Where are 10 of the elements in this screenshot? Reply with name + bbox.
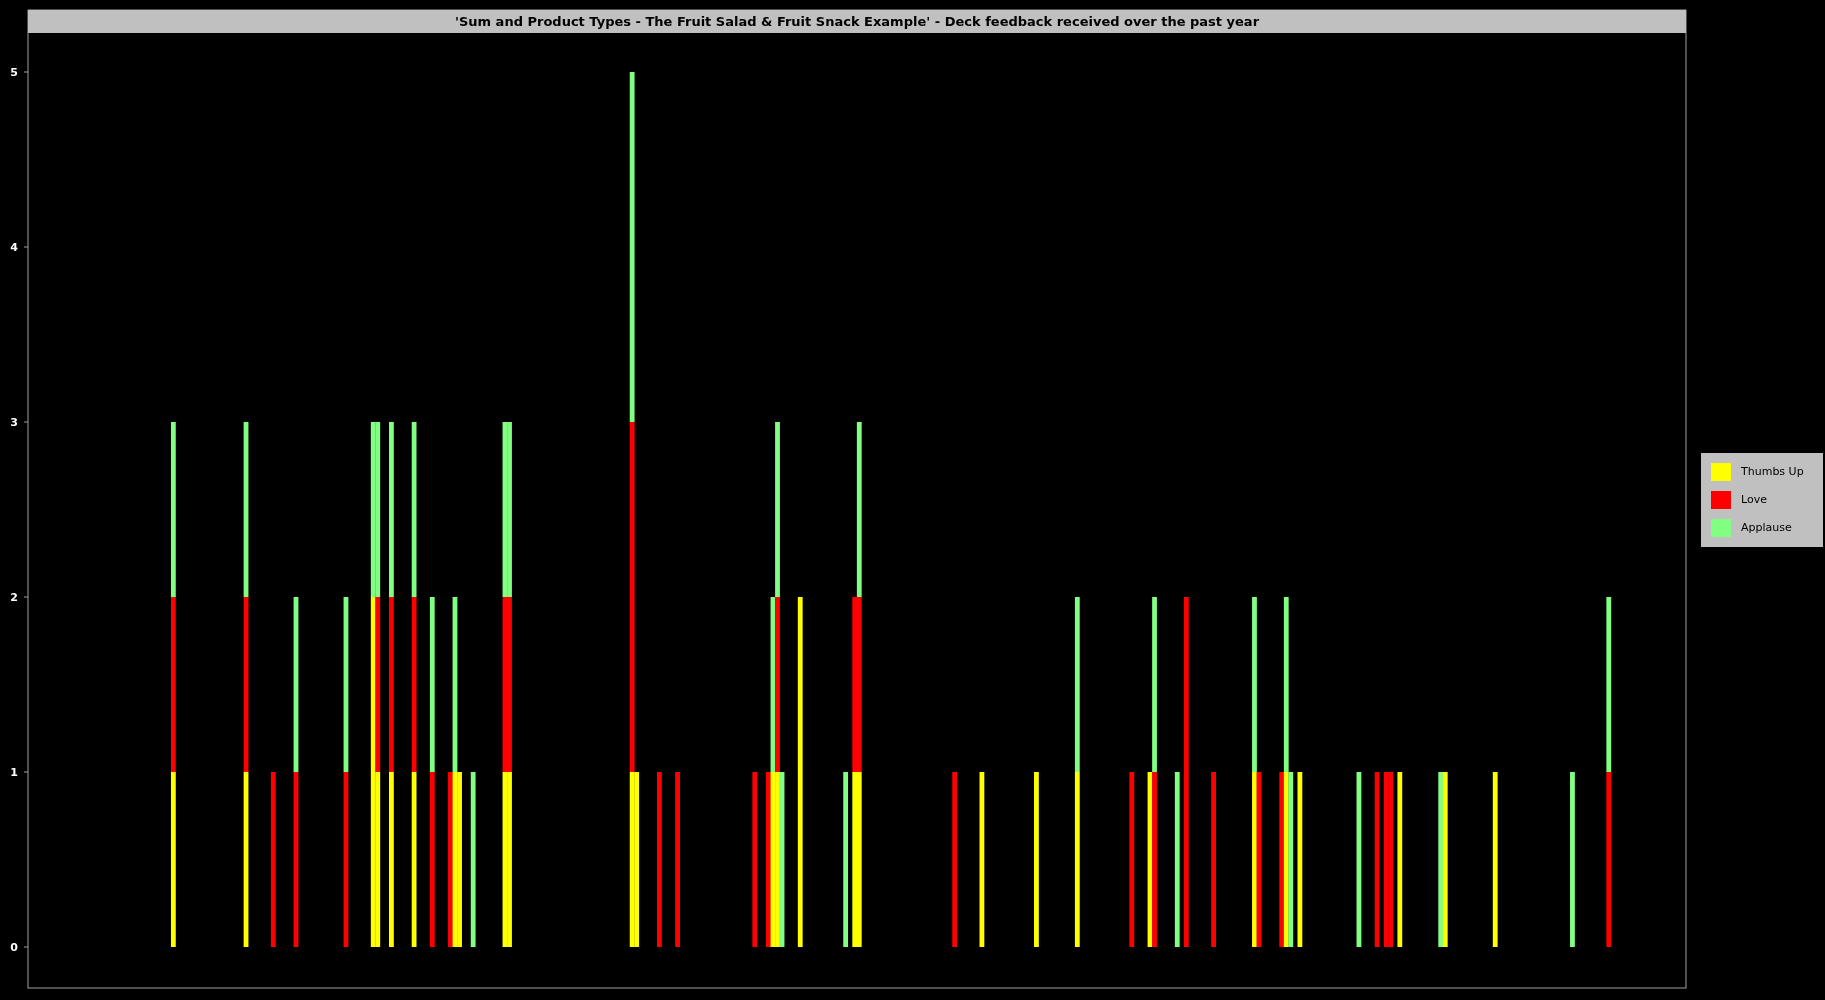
legend-label: Love bbox=[1741, 491, 1767, 508]
y-tick-label: 1 bbox=[10, 766, 18, 779]
y-tick-label: 3 bbox=[10, 416, 18, 429]
y-tick-label: 2 bbox=[10, 591, 18, 604]
legend-label: Thumbs Up bbox=[1741, 463, 1804, 480]
y-tick-label: 5 bbox=[10, 66, 18, 79]
y-tick-label: 0 bbox=[10, 941, 18, 954]
y-tick-label: 4 bbox=[10, 241, 18, 254]
legend-label: Applause bbox=[1741, 519, 1792, 536]
chart-title: 'Sum and Product Types - The Fruit Salad & Fruit Snack Example' - Deck feedback received over the past year bbox=[454, 14, 1260, 29]
